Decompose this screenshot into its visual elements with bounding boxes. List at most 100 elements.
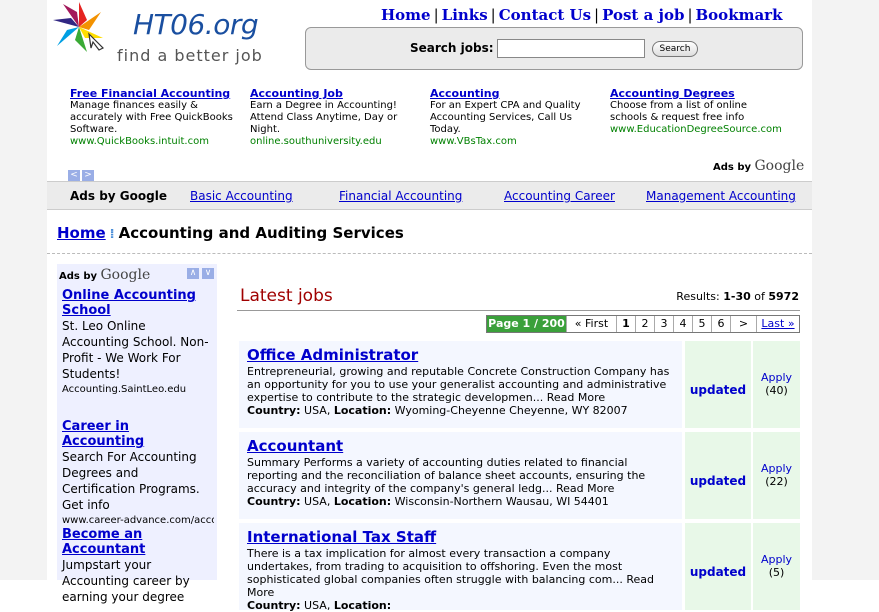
linkbar-link[interactable]: Basic Accounting bbox=[190, 189, 293, 203]
ads-by-google[interactable]: Ads by Google bbox=[713, 158, 804, 174]
job-description: Entrepreneurial, growing and reputable C… bbox=[247, 365, 670, 404]
job-title-link[interactable]: Office Administrator bbox=[247, 347, 674, 364]
page-button[interactable]: 2 bbox=[636, 316, 655, 332]
apply-link[interactable]: Apply bbox=[761, 371, 792, 384]
left-ad-title[interactable]: Career in Accounting bbox=[62, 419, 214, 449]
google-logo: Google bbox=[754, 158, 805, 174]
country-label: Country: bbox=[247, 404, 301, 417]
left-ad-text: St. Leo Online Accounting School. Non-Pr… bbox=[62, 319, 209, 381]
country-label: Country: bbox=[247, 599, 301, 612]
search-button[interactable]: Search bbox=[652, 41, 698, 57]
right-margin bbox=[812, 0, 879, 580]
job-status-label[interactable]: updated bbox=[685, 383, 751, 397]
job-location-value: Wyoming-Cheyenne Cheyenne, WY 82007 bbox=[394, 404, 628, 417]
ad-url[interactable]: online.southuniversity.edu bbox=[250, 136, 420, 148]
nav-links-link[interactable]: Links bbox=[442, 6, 488, 24]
left-ad-url[interactable]: Accounting.SaintLeo.edu bbox=[62, 382, 214, 398]
job-status-label[interactable]: updated bbox=[685, 474, 751, 488]
job-apply: Apply (40) bbox=[753, 341, 800, 428]
job-title-link[interactable]: International Tax Staff bbox=[247, 529, 674, 546]
apply-link[interactable]: Apply bbox=[761, 553, 792, 566]
ad-up-arrow-icon[interactable]: ∧ bbox=[187, 268, 199, 279]
top-nav: Home | Links | Contact Us | Post a job | Bookmar… bbox=[381, 6, 783, 24]
job-listing: International Tax Staff There is a tax i… bbox=[239, 523, 800, 612]
job-country: USA bbox=[304, 599, 327, 612]
ad-title[interactable]: Accounting Job bbox=[250, 88, 420, 100]
left-ad-column: Ads by Google ∧ ∨ Online Accounting Scho… bbox=[57, 264, 217, 604]
linkbar-link[interactable]: Accounting Career bbox=[504, 189, 615, 203]
site-logo[interactable]: HT06.org find a better job bbox=[51, 0, 311, 70]
ad-link-bar: Ads by Google Basic Accounting Financial… bbox=[47, 181, 812, 210]
job-body: International Tax Staff There is a tax i… bbox=[239, 523, 682, 612]
nav-contact-link[interactable]: Contact Us bbox=[499, 6, 591, 24]
ad-item[interactable]: Accounting Job Earn a Degree in Accounti… bbox=[250, 88, 420, 148]
job-country: USA bbox=[304, 404, 327, 417]
ad-next-arrow-icon[interactable]: > bbox=[82, 170, 94, 181]
ad-item[interactable]: Accounting For an Expert CPA and Quality… bbox=[430, 88, 600, 148]
ad-url[interactable]: www.VBsTax.com bbox=[430, 136, 600, 148]
results-count: Results: 1-30 of 5972 bbox=[676, 290, 799, 303]
breadcrumb-current: Accounting and Auditing Services bbox=[118, 224, 404, 242]
linkbar-link[interactable]: Management Accounting bbox=[646, 189, 796, 203]
results-of: of bbox=[754, 290, 765, 303]
page-indicator: Page 1 / 200 bbox=[487, 316, 567, 332]
ad-url[interactable]: www.EducationDegreeSource.com bbox=[610, 124, 782, 136]
ad-title[interactable]: Accounting Degrees bbox=[610, 88, 780, 100]
nav-home-link[interactable]: Home bbox=[381, 6, 431, 24]
ad-down-arrow-icon[interactable]: ∨ bbox=[202, 268, 214, 279]
page-button[interactable]: 1 bbox=[617, 316, 636, 332]
job-description: Summary Performs a variety of accounting… bbox=[247, 456, 646, 495]
page-button[interactable]: 4 bbox=[674, 316, 693, 332]
ad-text: Manage finances easily & accurately with… bbox=[70, 100, 233, 135]
ad-item[interactable]: Free Financial Accounting Manage finance… bbox=[70, 88, 240, 148]
divider bbox=[237, 310, 800, 311]
linkbar-link[interactable]: Financial Accounting bbox=[339, 189, 462, 203]
ad-item[interactable]: Accounting Degrees Choose from a list of… bbox=[610, 88, 782, 136]
nav-post-job-link[interactable]: Post a job bbox=[602, 6, 684, 24]
pagination: Page 1 / 200 « First 1 2 3 4 5 6 > Last … bbox=[486, 315, 800, 333]
job-body: Office Administrator Entrepreneurial, gr… bbox=[239, 341, 682, 428]
location-label: Location: bbox=[333, 495, 392, 508]
google-logo: Google bbox=[100, 267, 151, 283]
results-total: 5972 bbox=[768, 290, 799, 303]
location-label: Location: bbox=[333, 404, 392, 417]
search-input[interactable] bbox=[497, 39, 645, 58]
pinwheel-logo-icon bbox=[53, 2, 105, 52]
linkbar-lead: Ads by Google bbox=[70, 189, 167, 203]
left-ad-title[interactable]: Online Accounting School bbox=[62, 288, 214, 318]
ad-title[interactable]: Accounting bbox=[430, 88, 600, 100]
nav-bookmark-link[interactable]: Bookmark bbox=[696, 6, 783, 24]
ad-prev-arrow-icon[interactable]: < bbox=[68, 170, 80, 181]
job-title-link[interactable]: Accountant bbox=[247, 438, 674, 455]
left-ad-title[interactable]: Become an Accountant bbox=[62, 527, 214, 557]
ads-by-label: Ads by bbox=[713, 162, 752, 173]
page-button[interactable]: 3 bbox=[655, 316, 674, 332]
apply-count: (22) bbox=[765, 475, 788, 488]
job-status-label[interactable]: updated bbox=[685, 565, 751, 579]
breadcrumb-home-link[interactable]: Home bbox=[57, 224, 106, 242]
results-range: 1-30 bbox=[723, 290, 751, 303]
ad-title[interactable]: Free Financial Accounting bbox=[70, 88, 240, 100]
job-status: updated bbox=[685, 341, 751, 428]
left-ad-text: Jumpstart your Accounting career by earn… bbox=[62, 558, 190, 604]
page-button[interactable]: 5 bbox=[693, 316, 712, 332]
breadcrumb: Home ⁞ Accounting and Auditing Services bbox=[57, 224, 404, 242]
first-page-button[interactable]: « First bbox=[567, 316, 617, 332]
next-page-button[interactable]: > bbox=[731, 316, 757, 332]
latest-jobs-heading: Latest jobs bbox=[240, 286, 333, 306]
divider bbox=[47, 253, 812, 254]
page-button[interactable]: 6 bbox=[712, 316, 731, 332]
left-ad-item[interactable]: Become an Accountant Jumpstart your Acco… bbox=[62, 527, 214, 605]
ads-by-google[interactable]: Ads by Google bbox=[59, 267, 150, 283]
ad-url[interactable]: www.QuickBooks.intuit.com bbox=[70, 136, 240, 148]
left-ad-item[interactable]: Online Accounting School St. Leo Online … bbox=[62, 288, 214, 398]
apply-link[interactable]: Apply bbox=[761, 462, 792, 475]
page: HT06.org find a better job Home | Links | Co… bbox=[47, 0, 812, 612]
ad-text: Earn a Degree in Accounting! Attend Clas… bbox=[250, 100, 398, 135]
job-location-value: Wisconsin-Northern Wausau, WI 54401 bbox=[394, 495, 609, 508]
left-ad-item[interactable]: Career in Accounting Search For Accounti… bbox=[62, 419, 214, 529]
ads-by-label: Ads by bbox=[59, 271, 98, 282]
last-page-button[interactable]: Last » bbox=[757, 316, 799, 332]
logo-title: HT06.org bbox=[133, 8, 259, 41]
left-margin bbox=[0, 0, 47, 580]
